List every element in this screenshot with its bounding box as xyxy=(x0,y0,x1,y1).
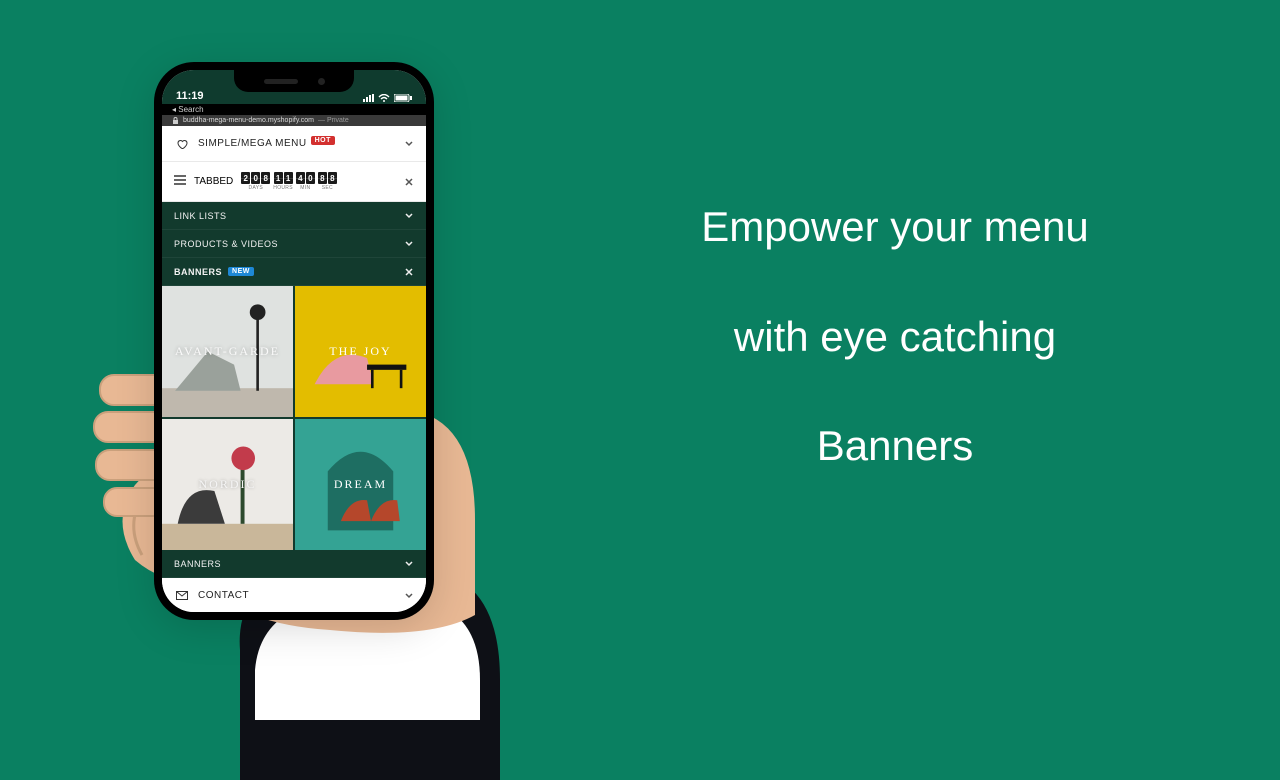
heart-icon xyxy=(174,138,190,150)
submenu-banners-header[interactable]: BANNERS NEW xyxy=(162,258,426,286)
new-badge: NEW xyxy=(228,267,254,276)
menu-label: SIMPLE/MEGA MENU xyxy=(198,138,307,149)
menu-label: TABBED xyxy=(194,176,233,187)
banner-avant-garde[interactable]: AVANT-GARDE xyxy=(162,286,293,417)
url-host: buddha-mega-menu-demo.myshopify.com xyxy=(183,117,314,124)
banner-label: AVANT-GARDE xyxy=(175,344,280,359)
banner-nordic[interactable]: NORDIC xyxy=(162,419,293,550)
close-icon[interactable] xyxy=(404,177,414,187)
hot-badge: HOT xyxy=(311,136,335,145)
chevron-down-icon xyxy=(404,559,414,569)
status-time: 11:19 xyxy=(176,90,204,102)
menu-item-contact[interactable]: CONTACT xyxy=(162,578,426,612)
submenu-products-videos[interactable]: PRODUCTS & VIDEOS xyxy=(162,230,426,258)
menu-item-simple-mega[interactable]: SIMPLE/MEGA MENU HOT xyxy=(162,126,426,162)
phone-notch xyxy=(234,70,354,92)
menu-label: CONTACT xyxy=(198,590,249,601)
mail-icon xyxy=(174,591,190,600)
lock-icon xyxy=(172,117,179,124)
close-icon[interactable] xyxy=(404,267,414,277)
back-label: ◂ Search xyxy=(172,105,204,114)
banner-label: THE JOY xyxy=(329,344,391,359)
submenu-label: BANNERS xyxy=(174,559,221,569)
wifi-icon xyxy=(378,94,390,102)
chevron-down-icon xyxy=(404,139,414,149)
status-indicators xyxy=(363,94,412,102)
chevron-down-icon xyxy=(404,239,414,249)
tagline-line-3: Banners xyxy=(570,419,1220,474)
menu-item-tabbed[interactable]: TABBED 208 DAYS 11 HOURS 40 MIN 88 SEC xyxy=(162,162,426,202)
submenu-label: BANNERS xyxy=(174,267,222,277)
tagline-line-1: Empower your menu xyxy=(570,200,1220,255)
phone-screen: 11:19 ◂ Search buddha-mega-menu-demo.mys… xyxy=(162,70,426,612)
browser-url-bar[interactable]: buddha-mega-menu-demo.myshopify.com — Pr… xyxy=(162,115,426,126)
tagline-line-2: with eye catching xyxy=(570,310,1220,365)
chevron-down-icon xyxy=(404,591,414,601)
submenu-link-lists[interactable]: LINK LISTS xyxy=(162,202,426,230)
countdown-timer: 208 DAYS 11 HOURS 40 MIN 88 SEC xyxy=(241,172,337,191)
banner-dream[interactable]: DREAM xyxy=(295,419,426,550)
submenu-label: LINK LISTS xyxy=(174,211,227,221)
url-suffix: — Private xyxy=(318,117,349,124)
banner-grid: AVANT-GARDE THE JOY xyxy=(162,286,426,550)
banner-the-joy[interactable]: THE JOY xyxy=(295,286,426,417)
signal-icon xyxy=(363,94,374,102)
banner-label: DREAM xyxy=(334,477,387,492)
list-icon xyxy=(174,175,186,188)
banner-label: NORDIC xyxy=(198,477,256,492)
tabbed-submenu: LINK LISTS PRODUCTS & VIDEOS BANNERS NEW xyxy=(162,202,426,578)
battery-icon xyxy=(394,94,412,102)
submenu-label: PRODUCTS & VIDEOS xyxy=(174,239,278,249)
back-to-app-row[interactable]: ◂ Search xyxy=(162,104,426,115)
submenu-banners-footer[interactable]: BANNERS xyxy=(162,550,426,578)
phone-mockup: 11:19 ◂ Search buddha-mega-menu-demo.mys… xyxy=(154,62,434,620)
chevron-down-icon xyxy=(404,211,414,221)
marketing-tagline: Empower your menu with eye catching Bann… xyxy=(570,200,1220,529)
